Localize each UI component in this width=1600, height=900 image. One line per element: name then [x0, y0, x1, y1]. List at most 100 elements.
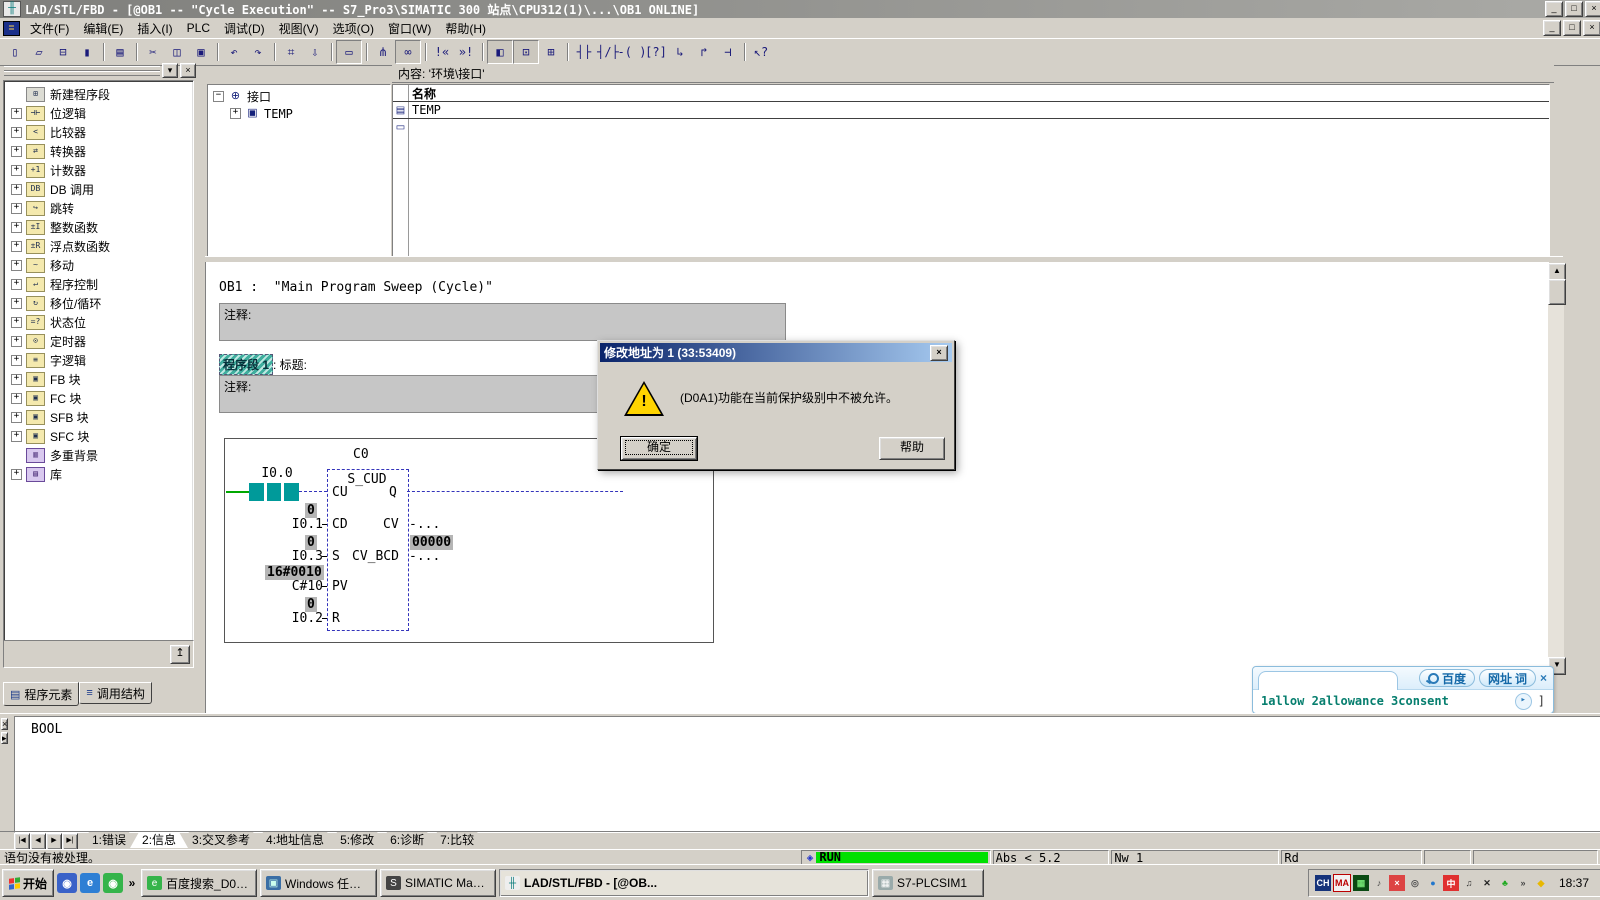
tray-icon[interactable]: ♪ — [1371, 875, 1387, 891]
declaration-row[interactable]: ▤ TEMP — [393, 102, 1549, 119]
output-close-icon[interactable]: × — [1, 718, 8, 730]
menu-item[interactable]: 文件(F) — [23, 18, 76, 39]
expander-icon[interactable]: + — [11, 279, 22, 290]
toolbar-button[interactable]: »! — [454, 41, 478, 63]
expander-icon[interactable]: + — [11, 393, 22, 404]
menu-item[interactable]: 插入(I) — [130, 18, 179, 39]
expander-icon[interactable]: + — [11, 241, 22, 252]
tree-item[interactable]: + ±R 浮点数函数 — [4, 237, 193, 256]
tab-nav-button[interactable]: |◀ — [14, 833, 30, 850]
expander-icon[interactable]: + — [11, 317, 22, 328]
panel-tab[interactable]: ▤ 程序元素 — [3, 682, 79, 706]
mdi-minimize-button[interactable]: _ — [1543, 20, 1561, 36]
toolbar-button[interactable] — [740, 41, 749, 63]
tray-icon[interactable]: ▦ — [1353, 875, 1369, 891]
toolbar-button[interactable]: ↖? — [749, 41, 773, 63]
menu-item[interactable]: 调试(D) — [217, 18, 272, 39]
ime-close-icon[interactable]: × — [1540, 671, 1547, 685]
tree-footer-button[interactable]: ↥ — [170, 645, 190, 664]
tree-item[interactable]: + ↪ 跳转 — [4, 199, 193, 218]
page-turn-icon[interactable]: ▸ — [1515, 693, 1532, 710]
expander-icon[interactable]: + — [11, 203, 22, 214]
toolbar-button[interactable]: ▱ — [27, 41, 51, 63]
cd-operand[interactable]: I0.1 — [255, 517, 323, 532]
toolbar-button[interactable]: ✂ — [141, 41, 165, 63]
toolbar-button[interactable]: !« — [430, 41, 454, 63]
menu-item[interactable]: 视图(V) — [272, 18, 326, 39]
tray-icon[interactable]: CH — [1315, 875, 1331, 891]
mdi-close-button[interactable]: × — [1583, 20, 1600, 36]
quick-launch-icon[interactable]: e — [80, 873, 100, 893]
toolbar-button[interactable] — [563, 41, 572, 63]
toolbar-button[interactable]: ▤ — [108, 41, 132, 63]
scrollbar-thumb[interactable] — [1548, 279, 1566, 305]
dialog-close-icon[interactable]: × — [930, 345, 948, 361]
tray-icon[interactable]: MA — [1333, 874, 1351, 892]
output-tab[interactable]: 2:信息 — [130, 832, 188, 848]
panel-tab[interactable]: ≡ 调用结构 — [79, 682, 151, 704]
expander-icon[interactable]: + — [11, 146, 22, 157]
tray-icon[interactable]: ✕ — [1479, 875, 1495, 891]
expander-icon[interactable]: + — [11, 336, 22, 347]
expander-icon[interactable]: + — [11, 222, 22, 233]
menu-item[interactable]: 帮助(H) — [438, 18, 493, 39]
toolbar-button[interactable]: ⊣ — [716, 41, 740, 63]
toolbar-button[interactable] — [478, 41, 487, 63]
toolbar-button[interactable]: ↶ — [222, 41, 246, 63]
tree-item[interactable]: + ▣ FC 块 — [4, 389, 193, 408]
contact-operand[interactable]: I0.0 — [255, 466, 299, 481]
url-tab[interactable]: 网址 词 — [1479, 669, 1536, 687]
expander-icon[interactable]: + — [11, 184, 22, 195]
tree-item[interactable]: + ▤ 库 — [4, 465, 193, 484]
tray-icon[interactable]: » — [1515, 875, 1531, 891]
toolbar-button[interactable]: ▯ — [3, 41, 27, 63]
taskbar-task[interactable]: e 百度搜索_D0A1在当前... — [141, 869, 257, 897]
panel-menu-icon[interactable]: ▾ — [162, 63, 178, 78]
taskbar-task[interactable]: S SIMATIC Manager - [... — [380, 869, 496, 897]
expander-icon[interactable]: + — [11, 355, 22, 366]
tray-icon[interactable]: ♣ — [1497, 875, 1513, 891]
toolbar-button[interactable]: ◧ — [487, 40, 513, 64]
menu-item[interactable]: 窗口(W) — [381, 18, 438, 39]
network-title-line[interactable]: 程序段 1 : 标题: — [219, 354, 307, 375]
mdi-restore-button[interactable]: □ — [1563, 20, 1581, 36]
expand-icon[interactable]: + — [230, 108, 241, 119]
tab-nav-button[interactable]: ◀ — [30, 833, 46, 850]
tree-item[interactable]: + ▣ SFC 块 — [4, 427, 193, 446]
r-operand[interactable]: I0.2 — [255, 611, 323, 626]
dialog-title-bar[interactable]: 修改地址为 1 (33:53409) × — [600, 343, 952, 362]
tree-item[interactable]: + ▣ SFB 块 — [4, 408, 193, 427]
quick-launch-icon[interactable]: ◉ — [57, 873, 77, 893]
tray-icon[interactable]: ● — [1425, 875, 1441, 891]
tree-item[interactable]: + ↻ 移位/循环 — [4, 294, 193, 313]
expander-icon[interactable]: + — [11, 108, 22, 119]
toolbar-button[interactable] — [213, 41, 222, 63]
expander-icon[interactable]: + — [11, 165, 22, 176]
tree-item[interactable]: + ▥ 多重背景 — [4, 446, 193, 465]
tree-item[interactable]: + ±I 整数函数 — [4, 218, 193, 237]
menu-item[interactable]: 编辑(E) — [76, 18, 130, 39]
toolbar-button[interactable]: ∞ — [395, 40, 421, 64]
tree-item[interactable]: + DB DB 调用 — [4, 180, 193, 199]
toolbar-button[interactable]: ▣ — [189, 41, 213, 63]
candidate-list[interactable]: 1allow 2allowance 3consent — [1261, 694, 1449, 708]
toolbar-button[interactable]: ▭ — [336, 40, 362, 64]
tree-item[interactable]: + ≡ 字逻辑 — [4, 351, 193, 370]
output-tab[interactable]: 1:错误 — [80, 832, 138, 848]
toolbar-button[interactable]: [?] — [644, 41, 668, 63]
menu-item[interactable]: PLC — [180, 19, 217, 37]
restore-button[interactable]: □ — [1565, 1, 1583, 17]
s-operand[interactable]: I0.3 — [255, 549, 323, 564]
quick-launch-more-icon[interactable]: » — [126, 876, 138, 890]
pv-operand[interactable]: C#10 — [255, 579, 323, 594]
network-label[interactable]: 程序段 1 — [219, 354, 273, 375]
ok-button[interactable]: 确定 — [621, 437, 697, 460]
taskbar-task[interactable]: ╫ LAD/STL/FBD - [@OB... — [499, 869, 869, 897]
toolbar-button[interactable] — [327, 41, 336, 63]
toolbar-button[interactable]: -( ) — [620, 41, 644, 63]
taskbar-task[interactable]: ▦ S7-PLCSIM1 — [872, 869, 984, 897]
expander-icon[interactable]: + — [11, 298, 22, 309]
toolbar-button[interactable]: ↷ — [246, 41, 270, 63]
tree-item[interactable]: + ⇄ 转换器 — [4, 142, 193, 161]
panel-header[interactable]: ▾ × — [2, 63, 196, 78]
